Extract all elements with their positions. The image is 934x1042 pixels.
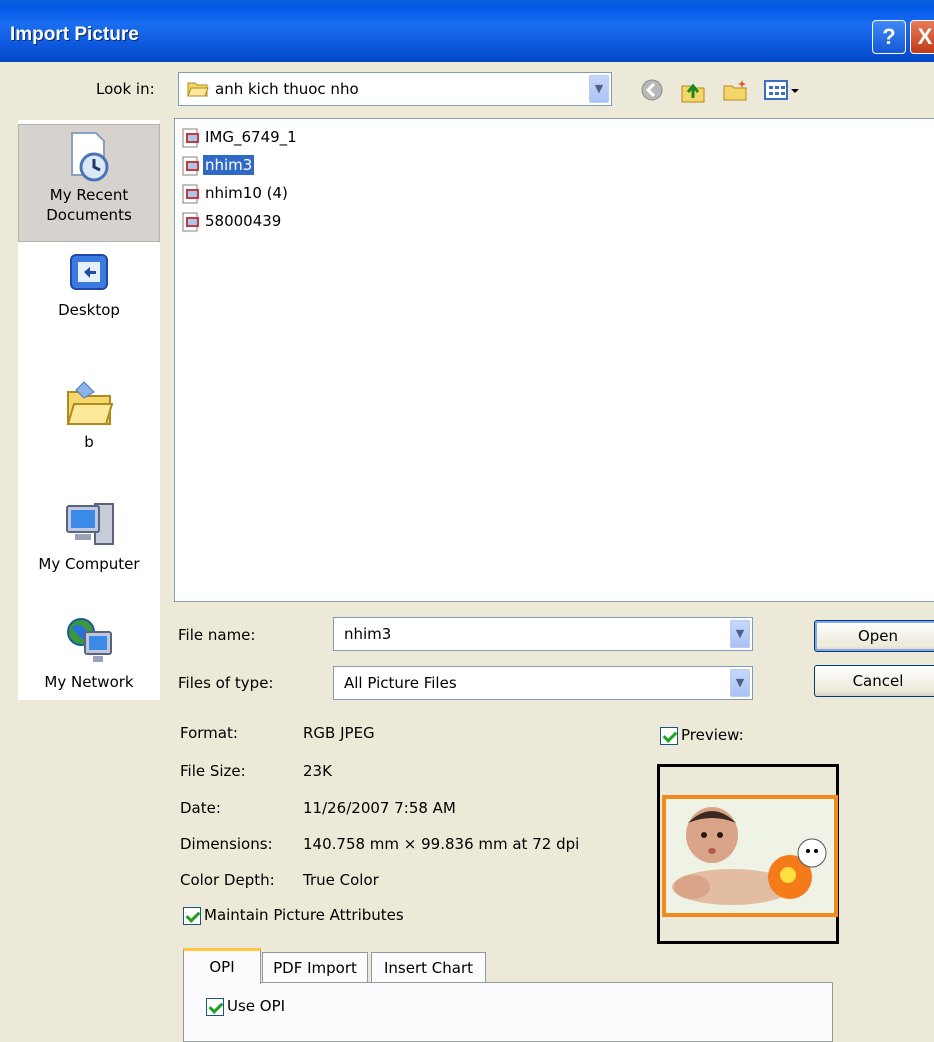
file-name: nhim3 xyxy=(203,155,255,175)
color-depth-label: Color Depth: xyxy=(180,871,275,889)
my-computer-icon xyxy=(66,503,114,545)
image-file-icon xyxy=(182,156,199,175)
back-icon[interactable] xyxy=(640,78,664,102)
file-name: nhim10 (4) xyxy=(205,184,288,202)
image-file-icon xyxy=(182,212,199,231)
place-my-computer[interactable]: My Computer xyxy=(18,496,160,574)
image-file-icon xyxy=(182,184,199,203)
chevron-down-icon[interactable]: ▼ xyxy=(589,75,609,103)
file-size-label: File Size: xyxy=(180,762,246,780)
file-name: 58000439 xyxy=(205,212,282,230)
place-label: Desktop xyxy=(58,301,120,319)
help-button[interactable]: ? xyxy=(872,20,906,54)
place-b[interactable]: b xyxy=(18,376,160,452)
file-size-value: 23K xyxy=(303,762,332,780)
maintain-attributes-label: Maintain Picture Attributes xyxy=(204,906,404,924)
chevron-down-icon[interactable]: ▼ xyxy=(730,669,750,697)
file-item[interactable]: nhim3 xyxy=(181,153,255,177)
file-name-value: nhim3 xyxy=(344,625,392,643)
preview-checkbox[interactable]: Preview: xyxy=(660,726,744,745)
file-type-label: Files of type: xyxy=(178,674,274,692)
place-desktop[interactable]: Desktop xyxy=(18,250,160,320)
preview-pane xyxy=(657,764,839,944)
folder-icon xyxy=(66,381,114,425)
look-in-combo[interactable]: anh kich thuoc nho ▼ xyxy=(178,72,612,106)
format-label: Format: xyxy=(180,724,238,742)
tab-opi[interactable]: OPI xyxy=(183,948,261,984)
date-label: Date: xyxy=(180,799,221,817)
place-my-recent-documents[interactable]: My Recent Documents xyxy=(18,124,160,242)
checkbox-icon xyxy=(183,906,201,925)
file-item[interactable]: IMG_6749_1 xyxy=(181,125,299,149)
opi-tab-panel: Use OPI xyxy=(183,982,833,1042)
maintain-attributes-checkbox[interactable]: Maintain Picture Attributes xyxy=(183,906,404,925)
new-folder-icon[interactable] xyxy=(722,78,748,102)
use-opi-label: Use OPI xyxy=(227,997,286,1015)
file-type-select[interactable]: All Picture Files ▼ xyxy=(333,666,753,700)
places-bar: My Recent Documents Desktop b My Compute… xyxy=(18,120,160,700)
file-list[interactable]: IMG_6749_1 nhim3 nhim10 (4) 58000439 xyxy=(174,118,934,602)
look-in-value: anh kich thuoc nho xyxy=(215,80,359,98)
folder-open-icon xyxy=(187,82,209,97)
place-my-network[interactable]: My Network xyxy=(18,614,160,692)
place-label-line1: My Recent xyxy=(49,186,129,204)
help-icon: ? xyxy=(882,24,896,49)
file-item[interactable]: nhim10 (4) xyxy=(181,181,290,205)
dimensions-label: Dimensions: xyxy=(180,835,273,853)
use-opi-checkbox[interactable]: Use OPI xyxy=(206,997,285,1016)
tab-pdf-import[interactable]: PDF Import xyxy=(262,952,368,984)
checkbox-icon xyxy=(660,726,678,745)
window-title: Import Picture xyxy=(10,24,139,45)
image-file-icon xyxy=(182,128,199,147)
place-label: My Network xyxy=(44,673,134,691)
dimensions-value: 140.758 mm × 99.836 mm at 72 dpi xyxy=(303,835,580,853)
file-name-field[interactable]: nhim3 ▼ xyxy=(333,617,753,651)
place-label: b xyxy=(84,433,94,451)
file-name: IMG_6749_1 xyxy=(205,128,297,146)
checkbox-icon xyxy=(206,997,224,1016)
cancel-button[interactable]: Cancel xyxy=(814,665,934,697)
date-value: 11/26/2007 7:58 AM xyxy=(303,799,456,817)
color-depth-value: True Color xyxy=(303,871,379,889)
my-network-icon xyxy=(67,618,112,662)
title-bar: Import Picture ? X xyxy=(0,0,934,62)
open-button[interactable]: Open xyxy=(814,620,934,652)
up-folder-icon[interactable] xyxy=(680,78,706,104)
format-value: RGB JPEG xyxy=(303,724,375,742)
file-type-value: All Picture Files xyxy=(344,674,457,692)
close-icon: X xyxy=(917,24,933,49)
preview-label: Preview: xyxy=(681,726,744,744)
views-menu-icon[interactable] xyxy=(764,78,802,102)
recent-documents-icon xyxy=(71,132,109,182)
preview-image xyxy=(662,795,838,917)
file-item[interactable]: 58000439 xyxy=(181,209,283,233)
file-name-label: File name: xyxy=(178,626,256,644)
tab-insert-chart[interactable]: Insert Chart xyxy=(371,952,486,984)
chevron-down-icon[interactable]: ▼ xyxy=(730,620,750,648)
look-in-label: Look in: xyxy=(96,80,155,98)
place-label: My Computer xyxy=(38,555,140,573)
close-button[interactable]: X xyxy=(910,20,934,54)
desktop-icon xyxy=(70,254,108,290)
place-label-line2: Documents xyxy=(46,206,132,224)
